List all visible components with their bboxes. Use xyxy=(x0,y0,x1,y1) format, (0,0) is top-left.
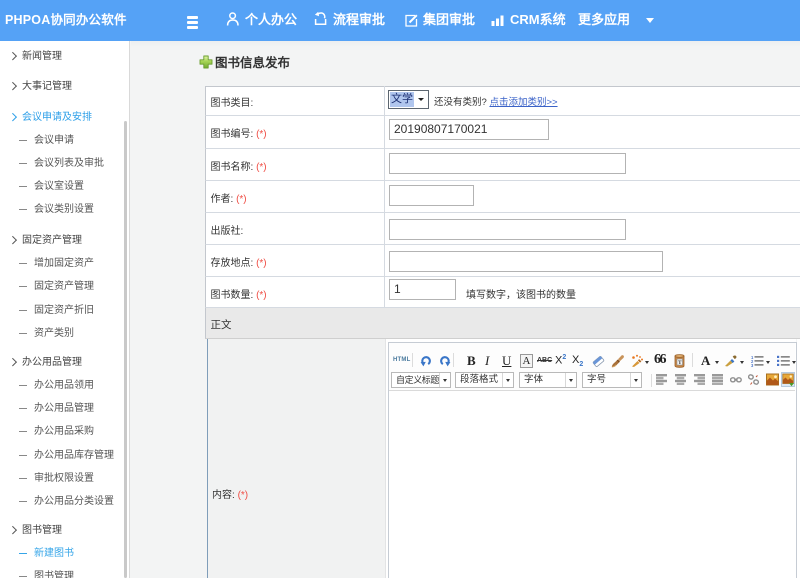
svg-text:3: 3 xyxy=(751,363,754,367)
svg-text:T: T xyxy=(678,360,682,366)
